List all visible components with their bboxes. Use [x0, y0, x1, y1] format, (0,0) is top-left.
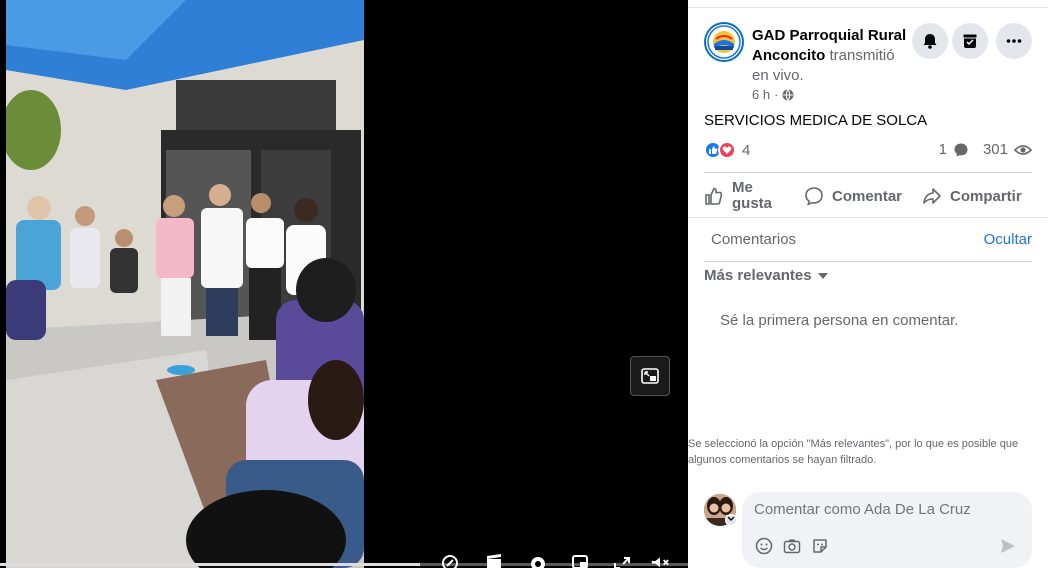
- emoji-icon[interactable]: [754, 536, 774, 556]
- save-icon: [962, 33, 978, 48]
- bell-icon: [923, 34, 937, 49]
- comment-outline-icon: [805, 187, 823, 206]
- live-indicator-icon[interactable]: [440, 553, 460, 568]
- comment-label: Comentar: [832, 187, 903, 205]
- video-scene: [6, 0, 364, 568]
- eye-icon: [1014, 144, 1032, 155]
- post-message: SERVICIOS MEDICA DE SOLCA: [704, 112, 928, 129]
- meta-separator: ·: [774, 87, 779, 102]
- post-side-panel: GAD Parroquial Rural Anconcito transmiti…: [688, 0, 1048, 568]
- send-icon[interactable]: [998, 536, 1018, 556]
- actions-bottom-divider: [688, 217, 1048, 218]
- video-progress-fill: [0, 563, 420, 566]
- sticker-icon[interactable]: [810, 536, 830, 556]
- share-label: Compartir: [950, 187, 1022, 205]
- like-outline-icon: [705, 187, 723, 205]
- share-button[interactable]: Compartir: [922, 180, 1022, 212]
- panel-top-divider: [688, 7, 1048, 8]
- volume-icon[interactable]: [650, 553, 670, 568]
- comment-button[interactable]: Comentar: [804, 180, 902, 212]
- caret-down-icon: [817, 272, 828, 279]
- video-player[interactable]: [0, 0, 688, 568]
- reactions-count: 4: [742, 141, 751, 159]
- love-icon: [718, 141, 736, 159]
- pip-icon: [641, 368, 659, 384]
- video-frame[interactable]: [6, 0, 364, 568]
- picture-in-picture-button[interactable]: [630, 356, 670, 396]
- clapperboard-icon[interactable]: [484, 553, 504, 568]
- fullscreen-icon[interactable]: [612, 553, 632, 568]
- like-button[interactable]: Me gusta: [704, 180, 776, 212]
- facebook-live-video-viewer: GAD Parroquial Rural Anconcito transmiti…: [0, 0, 1048, 568]
- views-count: 301: [982, 141, 1008, 158]
- comments-count[interactable]: 1: [939, 141, 947, 158]
- page-avatar[interactable]: [704, 22, 744, 62]
- post-timestamp[interactable]: 6 h: [752, 87, 770, 102]
- avatar-switcher-icon[interactable]: [725, 514, 737, 526]
- empty-comments-message: Sé la primera persona en comentar.: [720, 312, 959, 329]
- globe-icon: [782, 88, 794, 101]
- settings-gear-icon[interactable]: [528, 553, 548, 568]
- more-options-button[interactable]: [996, 23, 1032, 59]
- notifications-button[interactable]: [912, 23, 948, 59]
- post-header-text: GAD Parroquial Rural Anconcito transmiti…: [752, 26, 912, 86]
- comment-sort-dropdown[interactable]: Más relevantes: [704, 267, 828, 284]
- comments-tab[interactable]: Comentarios: [711, 231, 796, 248]
- actions-top-divider: [704, 172, 1032, 173]
- comments-divider: [704, 261, 1032, 262]
- comment-icon: [954, 143, 968, 156]
- reactions-summary[interactable]: 4: [704, 141, 750, 159]
- like-label: Me gusta: [732, 179, 773, 212]
- post-stats: 1 301: [939, 141, 1032, 158]
- comment-input[interactable]: [754, 501, 1014, 518]
- comment-composer: [742, 492, 1032, 568]
- page-logo-icon: [707, 25, 741, 59]
- more-icon: [1006, 39, 1022, 43]
- miniplayer-icon[interactable]: [570, 553, 590, 568]
- filter-note: Se seleccionó la opción "Más relevantes"…: [688, 438, 1019, 466]
- hide-comments-link[interactable]: Ocultar: [984, 231, 1032, 248]
- post-meta: 6 h ·: [752, 87, 794, 102]
- sort-label: Más relevantes: [704, 267, 812, 284]
- share-icon: [923, 188, 941, 204]
- camera-icon[interactable]: [782, 536, 802, 556]
- save-post-button[interactable]: [952, 23, 988, 59]
